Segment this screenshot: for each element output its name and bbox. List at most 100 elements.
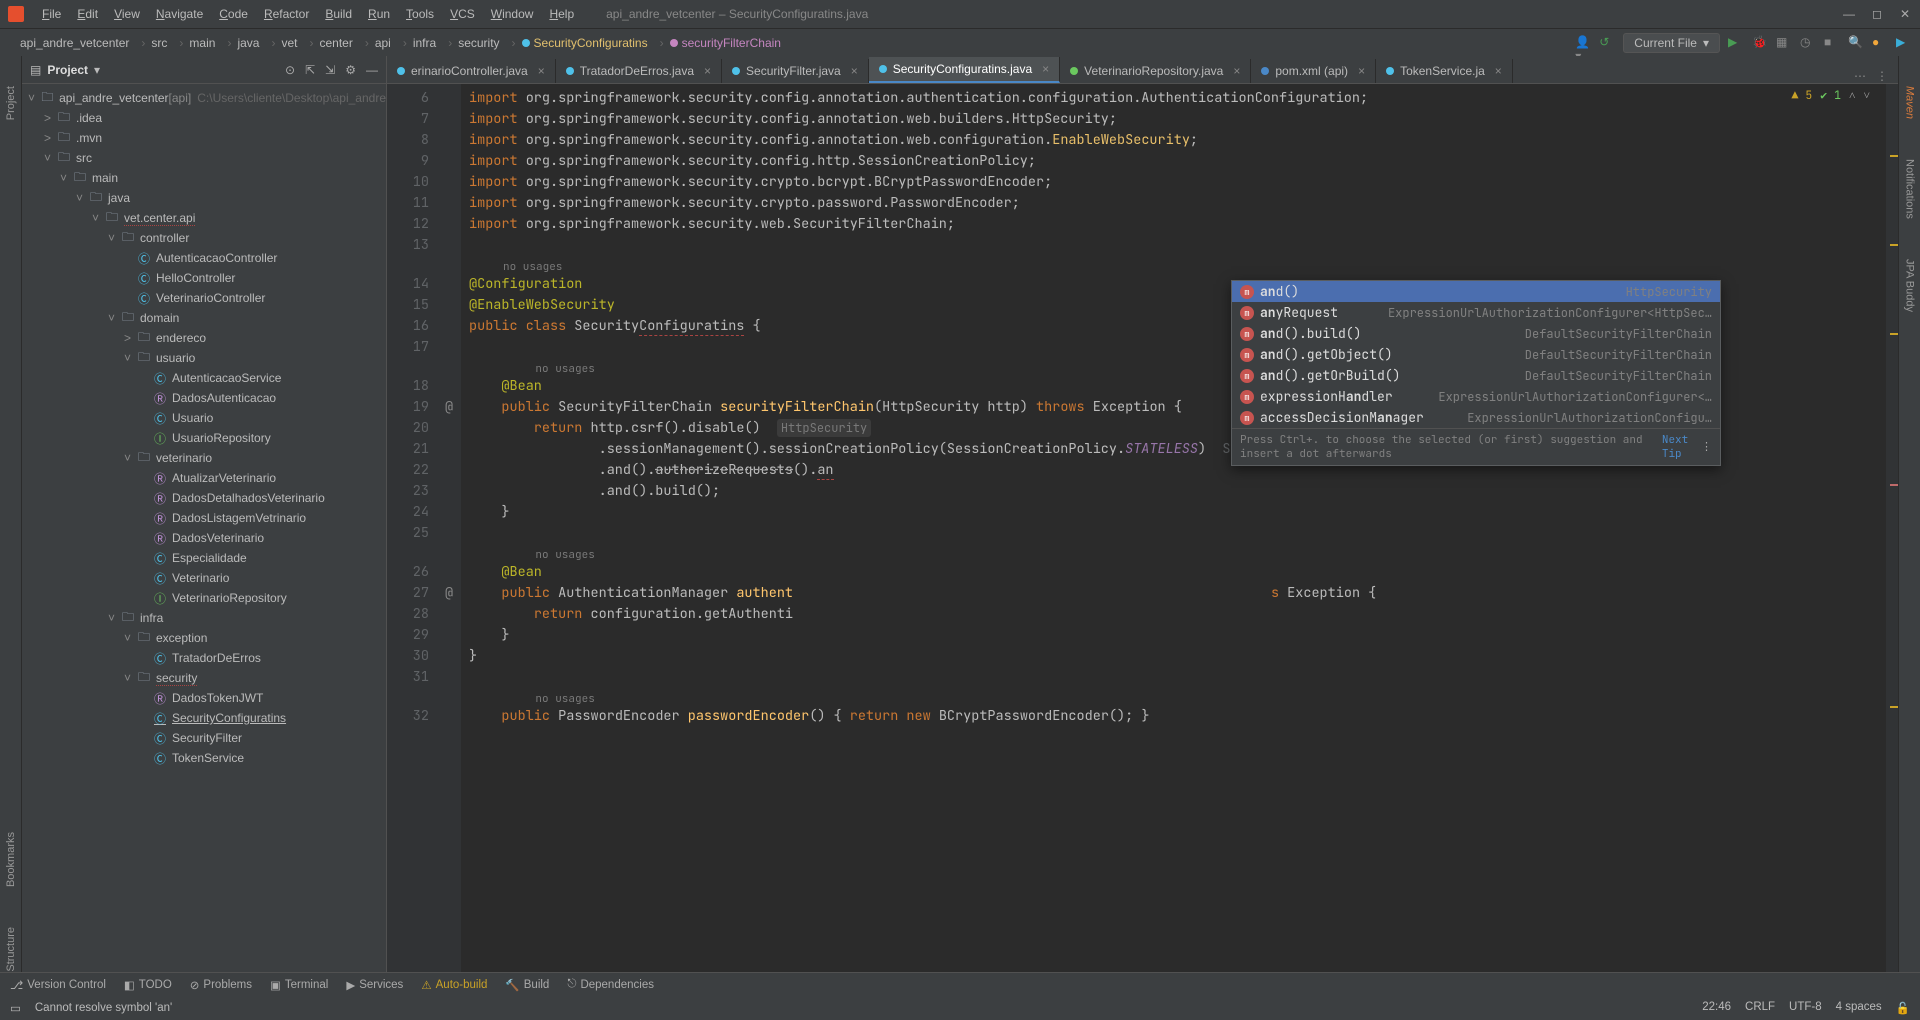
toolwin-dependencies[interactable]: ⎋ Dependencies (567, 978, 654, 991)
close-tab-icon[interactable]: × (851, 64, 858, 78)
tree-item[interactable]: ⒸAutenticacaoService (22, 368, 386, 388)
code-line[interactable]: public AuthenticationManager authent s E… (469, 583, 1886, 604)
autocomplete-item[interactable]: mand().getObject()DefaultSecurityFilterC… (1232, 344, 1720, 365)
menu-run[interactable]: Run (360, 5, 398, 23)
stop-icon[interactable]: ■ (1824, 35, 1840, 51)
tool-project[interactable]: Project (5, 86, 17, 120)
close-tab-icon[interactable]: × (1042, 62, 1049, 76)
tree-item[interactable]: ⓇDadosAutenticacao (22, 388, 386, 408)
code-line[interactable]: } (469, 625, 1886, 646)
tree-item[interactable]: ˅🗀vet.center.api (22, 208, 386, 228)
tree-item[interactable]: ⒸAutenticacaoController (22, 248, 386, 268)
collapse-icon[interactable]: ⇱ (305, 63, 315, 77)
code-line[interactable]: import org.springframework.security.conf… (469, 109, 1886, 130)
tree-item[interactable]: ⒾVeterinarioRepository (22, 588, 386, 608)
tree-item[interactable]: ˅🗀src (22, 148, 386, 168)
editor-tab[interactable]: erinarioController.java× (387, 59, 556, 83)
menu-tools[interactable]: Tools (398, 5, 442, 23)
hide-icon[interactable]: — (366, 63, 378, 77)
code-line[interactable] (469, 667, 1886, 688)
run-config-selector[interactable]: Current File ▾ (1623, 33, 1720, 53)
autocomplete-item[interactable]: mand().build()DefaultSecurityFilterChain (1232, 323, 1720, 344)
close-tab-icon[interactable]: × (1358, 64, 1365, 78)
code-line[interactable]: import org.springframework.security.conf… (469, 151, 1886, 172)
toolwin-build[interactable]: 🔨 Build (505, 978, 549, 992)
tree-item[interactable]: ⒸTokenService (22, 748, 386, 768)
status-encoding[interactable]: UTF-8 (1789, 1001, 1822, 1015)
tree-item[interactable]: ˅🗀domain (22, 308, 386, 328)
menu-help[interactable]: Help (541, 5, 582, 23)
menu-edit[interactable]: Edit (69, 5, 106, 23)
search-icon[interactable]: 🔍 (1848, 35, 1864, 51)
menu-file[interactable]: File (34, 5, 69, 23)
breadcrumb[interactable]: infra (397, 34, 442, 52)
tree-item[interactable]: ⒸHelloController (22, 268, 386, 288)
code-line[interactable]: } (469, 502, 1886, 523)
tree-item[interactable]: ⒸSecurityConfiguratins (22, 708, 386, 728)
tree-item[interactable]: ˅🗀main (22, 168, 386, 188)
tree-item[interactable]: ˅🗀veterinario (22, 448, 386, 468)
editor-tab[interactable]: pom.xml (api)× (1251, 59, 1376, 83)
tree-item[interactable]: ⒸVeterinarioController (22, 288, 386, 308)
code-line[interactable] (469, 523, 1886, 544)
tool-structure[interactable]: Structure (5, 927, 17, 972)
code-line[interactable]: import org.springframework.security.web.… (469, 214, 1886, 235)
tree-item[interactable]: ˅🗀security (22, 668, 386, 688)
close-tab-icon[interactable]: × (538, 64, 545, 78)
menu-view[interactable]: View (106, 5, 148, 23)
code-line[interactable]: no usages (469, 544, 1886, 562)
code-line[interactable]: no usages (469, 256, 1886, 274)
next-tip-link[interactable]: Next Tip (1662, 433, 1701, 461)
toolwin-problems[interactable]: ⊘ Problems (190, 978, 252, 992)
status-line-sep[interactable]: CRLF (1745, 1001, 1775, 1015)
minimize-icon[interactable]: — (1842, 7, 1856, 21)
editor-tab[interactable]: VeterinarioRepository.java× (1060, 59, 1251, 83)
toolwin-todo[interactable]: ◧ TODO (124, 978, 172, 992)
status-indent[interactable]: 4 spaces (1836, 1001, 1882, 1015)
editor-tab[interactable]: SecurityFilter.java× (722, 59, 869, 83)
tool-notifications[interactable]: Notifications (1904, 159, 1916, 219)
autocomplete-item[interactable]: mand().getOrBuild()DefaultSecurityFilter… (1232, 365, 1720, 386)
tree-item[interactable]: ˃🗀endereco (22, 328, 386, 348)
autocomplete-item[interactable]: mexpressionHandlerExpressionUrlAuthoriza… (1232, 386, 1720, 407)
tree-item[interactable]: ˅🗀java (22, 188, 386, 208)
close-tab-icon[interactable]: × (704, 64, 711, 78)
breadcrumb[interactable]: SecurityConfiguratins (506, 34, 654, 52)
avatar-icon[interactable]: ● (1872, 35, 1888, 51)
breadcrumb[interactable]: main (173, 34, 221, 52)
autocomplete-item[interactable]: mand()HttpSecurity (1232, 281, 1720, 302)
tab-menu-icon[interactable]: ⋮ (1876, 69, 1888, 83)
toolwin-services[interactable]: ▶ Services (346, 978, 403, 992)
editor-tab[interactable]: TokenService.ja× (1376, 59, 1513, 83)
gear-icon[interactable]: ⚙ (345, 63, 356, 77)
chevron-down-icon[interactable]: ▾ (94, 63, 100, 77)
menu-refactor[interactable]: Refactor (256, 5, 317, 23)
line-number-gutter[interactable]: 6789101112131415161718192021222324252627… (387, 84, 437, 972)
autocomplete-popup[interactable]: mand()HttpSecuritymanyRequestExpressionU… (1231, 280, 1721, 466)
breadcrumb[interactable]: securityFilterChain (654, 34, 787, 52)
code-line[interactable]: return configuration.getAuthenti (469, 604, 1886, 625)
tree-item[interactable]: ˃🗀.idea (22, 108, 386, 128)
menu-build[interactable]: Build (317, 5, 360, 23)
tool-maven[interactable]: Maven (1904, 86, 1916, 119)
tree-item[interactable]: ˅🗀usuario (22, 348, 386, 368)
close-tab-icon[interactable]: × (1495, 64, 1502, 78)
close-icon[interactable]: ✕ (1898, 7, 1912, 21)
code-line[interactable]: import org.springframework.security.conf… (469, 130, 1886, 151)
maximize-icon[interactable]: ◻ (1870, 7, 1884, 21)
tree-item[interactable]: ⒸUsuario (22, 408, 386, 428)
tree-item[interactable]: ⒸSecurityFilter (22, 728, 386, 748)
user-icon[interactable]: 👤▾ (1575, 35, 1591, 51)
code-line[interactable]: import org.springframework.security.cryp… (469, 193, 1886, 214)
tool-jpa-buddy[interactable]: JPA Buddy (1904, 259, 1916, 312)
toolwin-version-control[interactable]: ⎇ Version Control (10, 978, 106, 992)
code-line[interactable]: no usages (469, 688, 1886, 706)
debug-icon[interactable]: 🐞 (1752, 35, 1768, 51)
tree-item[interactable]: ⓇDadosVeterinario (22, 528, 386, 548)
menu-window[interactable]: Window (483, 5, 542, 23)
editor-tab[interactable]: TratadorDeErros.java× (556, 59, 722, 83)
menu-vcs[interactable]: VCS (442, 5, 483, 23)
error-stripe[interactable] (1886, 84, 1898, 972)
coverage-icon[interactable]: ▦ (1776, 35, 1792, 51)
update-icon[interactable]: ↺ (1599, 35, 1615, 51)
